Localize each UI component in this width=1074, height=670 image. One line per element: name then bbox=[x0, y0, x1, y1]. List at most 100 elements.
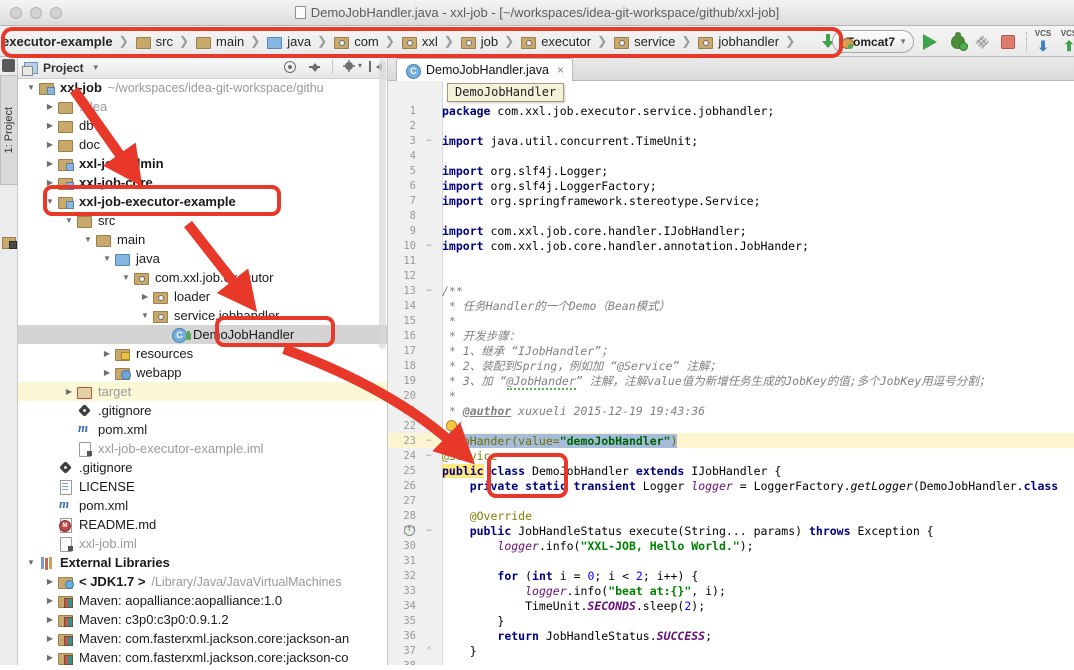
line-number: 33 bbox=[388, 585, 422, 597]
window-menu-icon[interactable] bbox=[2, 59, 15, 72]
chevron-down-icon[interactable]: ▼ bbox=[92, 63, 100, 72]
fold-marker-icon[interactable]: − bbox=[422, 136, 436, 146]
locate-file-icon[interactable] bbox=[282, 59, 298, 75]
tree-toggle-icon[interactable]: ▶ bbox=[62, 387, 76, 396]
tree-toggle-icon[interactable]: ▶ bbox=[43, 159, 57, 168]
tree-item-com.xxl.job.executor[interactable]: ▼com.xxl.job.executor bbox=[18, 268, 387, 287]
tree-toggle-icon[interactable]: ▶ bbox=[43, 121, 57, 130]
code-text: * 2、装配到Spring，例如加 “@Service” 注解； bbox=[436, 358, 721, 374]
stop-button[interactable] bbox=[1001, 35, 1015, 49]
tree-item-service.jobhandler[interactable]: ▼ service.jobhandler bbox=[18, 306, 387, 325]
tree-item-license[interactable]: LICENSE bbox=[18, 477, 387, 496]
tree-item-.gitignore[interactable]: .gitignore bbox=[18, 458, 387, 477]
tree-toggle-icon[interactable]: ▶ bbox=[43, 102, 57, 111]
close-tab-icon[interactable]: × bbox=[557, 63, 564, 77]
tree-item-pom.xml[interactable]: pom.xml bbox=[18, 496, 387, 515]
run-configuration-select[interactable]: Tomcat7 ▼ bbox=[832, 30, 914, 53]
vcs-update-button[interactable]: VCS⬇ bbox=[1032, 30, 1054, 53]
breadcrumb-item-service[interactable]: service bbox=[613, 34, 675, 49]
code-editor[interactable]: 1package com.xxl.job.executor.service.jo… bbox=[388, 81, 1074, 665]
code-line-4: 4 bbox=[388, 148, 1074, 163]
override-method-icon[interactable] bbox=[404, 525, 415, 536]
tab-demojobhandler[interactable]: DemoJobHandler.java × bbox=[396, 58, 573, 81]
breadcrumb-item-job[interactable]: job bbox=[460, 34, 498, 49]
tree-item--jdk1.7-[interactable]: ▶< JDK1.7 >/Library/Java/JavaVirtualMach… bbox=[18, 572, 387, 591]
tree-toggle-icon[interactable]: ▼ bbox=[24, 83, 38, 92]
tree-item-db[interactable]: ▶db bbox=[18, 116, 387, 135]
breadcrumb-item-executor[interactable]: executor bbox=[520, 34, 591, 49]
breadcrumb-item-java[interactable]: java bbox=[266, 34, 311, 49]
tree-item-label: service.jobhandler bbox=[174, 308, 280, 323]
breadcrumb-item-main[interactable]: main bbox=[195, 34, 244, 49]
code-text: private static transient Logger logger =… bbox=[436, 479, 1058, 493]
tree-item-.idea[interactable]: ▶.idea bbox=[18, 97, 387, 116]
tree-item-doc[interactable]: ▶doc bbox=[18, 135, 387, 154]
tree-toggle-icon[interactable]: ▶ bbox=[43, 178, 57, 187]
tree-toggle-icon[interactable]: ▼ bbox=[100, 254, 114, 263]
fold-marker-icon[interactable]: ⌃ bbox=[422, 646, 436, 656]
tree-item-xxl-job-executor-example[interactable]: ▼xxl-job-executor-example bbox=[18, 192, 387, 211]
breadcrumb-item-demojobhandler[interactable]: DemoJobHandler bbox=[801, 34, 802, 49]
breadcrumb-item-src[interactable]: src bbox=[135, 34, 173, 49]
tree-toggle-icon[interactable]: ▼ bbox=[138, 311, 152, 320]
project-tool-window-tab[interactable]: 1: Project bbox=[0, 75, 18, 185]
tree-item-label: java bbox=[136, 251, 160, 266]
tree-item-readme.md[interactable]: README.md bbox=[18, 515, 387, 534]
tree-toggle-icon[interactable]: ▶ bbox=[43, 634, 57, 643]
tree-item-xxl-job.iml[interactable]: xxl-job.iml bbox=[18, 534, 387, 553]
debug-button[interactable] bbox=[951, 35, 965, 49]
tree-toggle-icon[interactable]: ▶ bbox=[100, 368, 114, 377]
collapse-all-icon[interactable] bbox=[307, 59, 323, 75]
tree-item-path: ~/workspaces/idea-git-workspace/githu bbox=[108, 81, 324, 95]
tree-item-target[interactable]: ▶target bbox=[18, 382, 387, 401]
coverage-button[interactable] bbox=[975, 35, 989, 49]
fold-marker-icon[interactable]: − bbox=[422, 436, 436, 446]
tree-item-main[interactable]: ▼main bbox=[18, 230, 387, 249]
fold-marker-icon[interactable]: − bbox=[422, 286, 436, 296]
tree-toggle-icon[interactable]: ▼ bbox=[81, 235, 95, 244]
tree-toggle-icon[interactable]: ▶ bbox=[100, 349, 114, 358]
tree-toggle-icon[interactable]: ▶ bbox=[138, 292, 152, 301]
tree-item-loader[interactable]: ▶loader bbox=[18, 287, 387, 306]
breadcrumb-item-xxl[interactable]: xxl bbox=[401, 34, 438, 49]
fold-marker-icon[interactable]: − bbox=[422, 526, 436, 536]
tree-item-src[interactable]: ▼src bbox=[18, 211, 387, 230]
run-button[interactable] bbox=[923, 34, 937, 50]
tree-item-maven-com.fasterxml.jackson.core-jackson-an[interactable]: ▶Maven: com.fasterxml.jackson.core:jacks… bbox=[18, 629, 387, 648]
tree-item-xxl-job-core[interactable]: ▶xxl-job-core bbox=[18, 173, 387, 192]
gear-icon[interactable] bbox=[342, 59, 358, 75]
intention-bulb-icon[interactable] bbox=[446, 420, 457, 431]
fold-marker-icon[interactable]: − bbox=[422, 451, 436, 461]
breadcrumb-item-executor-example[interactable]: executor-example bbox=[2, 34, 113, 49]
project-structure-icon[interactable] bbox=[1, 235, 18, 250]
tree-item-external-libraries[interactable]: ▼External Libraries bbox=[18, 553, 387, 572]
line-number: 11 bbox=[388, 255, 422, 267]
tree-item-xxl-job-admin[interactable]: ▶xxl-job-admin bbox=[18, 154, 387, 173]
tree-item-xxl-job-executor-example.iml[interactable]: xxl-job-executor-example.iml bbox=[18, 439, 387, 458]
breadcrumb-item-jobhandler[interactable]: jobhandler bbox=[697, 34, 779, 49]
tree-toggle-icon[interactable]: ▶ bbox=[43, 615, 57, 624]
tree-item-java[interactable]: ▼ java bbox=[18, 249, 387, 268]
tree-toggle-icon[interactable]: ▼ bbox=[62, 216, 76, 225]
breadcrumb-item-com[interactable]: com bbox=[333, 34, 379, 49]
tree-scrollbar[interactable] bbox=[379, 59, 386, 349]
tree-item-maven-aopalliance-aopalliance-1.0[interactable]: ▶Maven: aopalliance:aopalliance:1.0 bbox=[18, 591, 387, 610]
tree-item-pom.xml[interactable]: pom.xml bbox=[18, 420, 387, 439]
tree-item-webapp[interactable]: ▶webapp bbox=[18, 363, 387, 382]
tree-toggle-icon[interactable]: ▼ bbox=[24, 558, 38, 567]
tree-toggle-icon[interactable]: ▶ bbox=[43, 653, 57, 662]
fold-marker-icon[interactable]: − bbox=[422, 241, 436, 251]
package-icon bbox=[520, 34, 537, 49]
tree-item-xxl-job[interactable]: ▼xxl-job~/workspaces/idea-git-workspace/… bbox=[18, 78, 387, 97]
tree-item-resources[interactable]: ▶resources bbox=[18, 344, 387, 363]
tree-item-maven-com.fasterxml.jackson.core-jackson-co[interactable]: ▶Maven: com.fasterxml.jackson.core:jacks… bbox=[18, 648, 387, 665]
tree-toggle-icon[interactable]: ▼ bbox=[119, 273, 133, 282]
tree-toggle-icon[interactable]: ▶ bbox=[43, 596, 57, 605]
tree-item-.gitignore[interactable]: .gitignore bbox=[18, 401, 387, 420]
vcs-commit-button[interactable]: VCS⬆ bbox=[1058, 30, 1074, 53]
tree-item-demojobhandler[interactable]: DemoJobHandler bbox=[18, 325, 387, 344]
tree-toggle-icon[interactable]: ▶ bbox=[43, 140, 57, 149]
tree-toggle-icon[interactable]: ▶ bbox=[43, 577, 57, 586]
tree-toggle-icon[interactable]: ▼ bbox=[43, 197, 57, 206]
tree-item-maven-c3p0-c3p0-0.9.1.2[interactable]: ▶Maven: c3p0:c3p0:0.9.1.2 bbox=[18, 610, 387, 629]
